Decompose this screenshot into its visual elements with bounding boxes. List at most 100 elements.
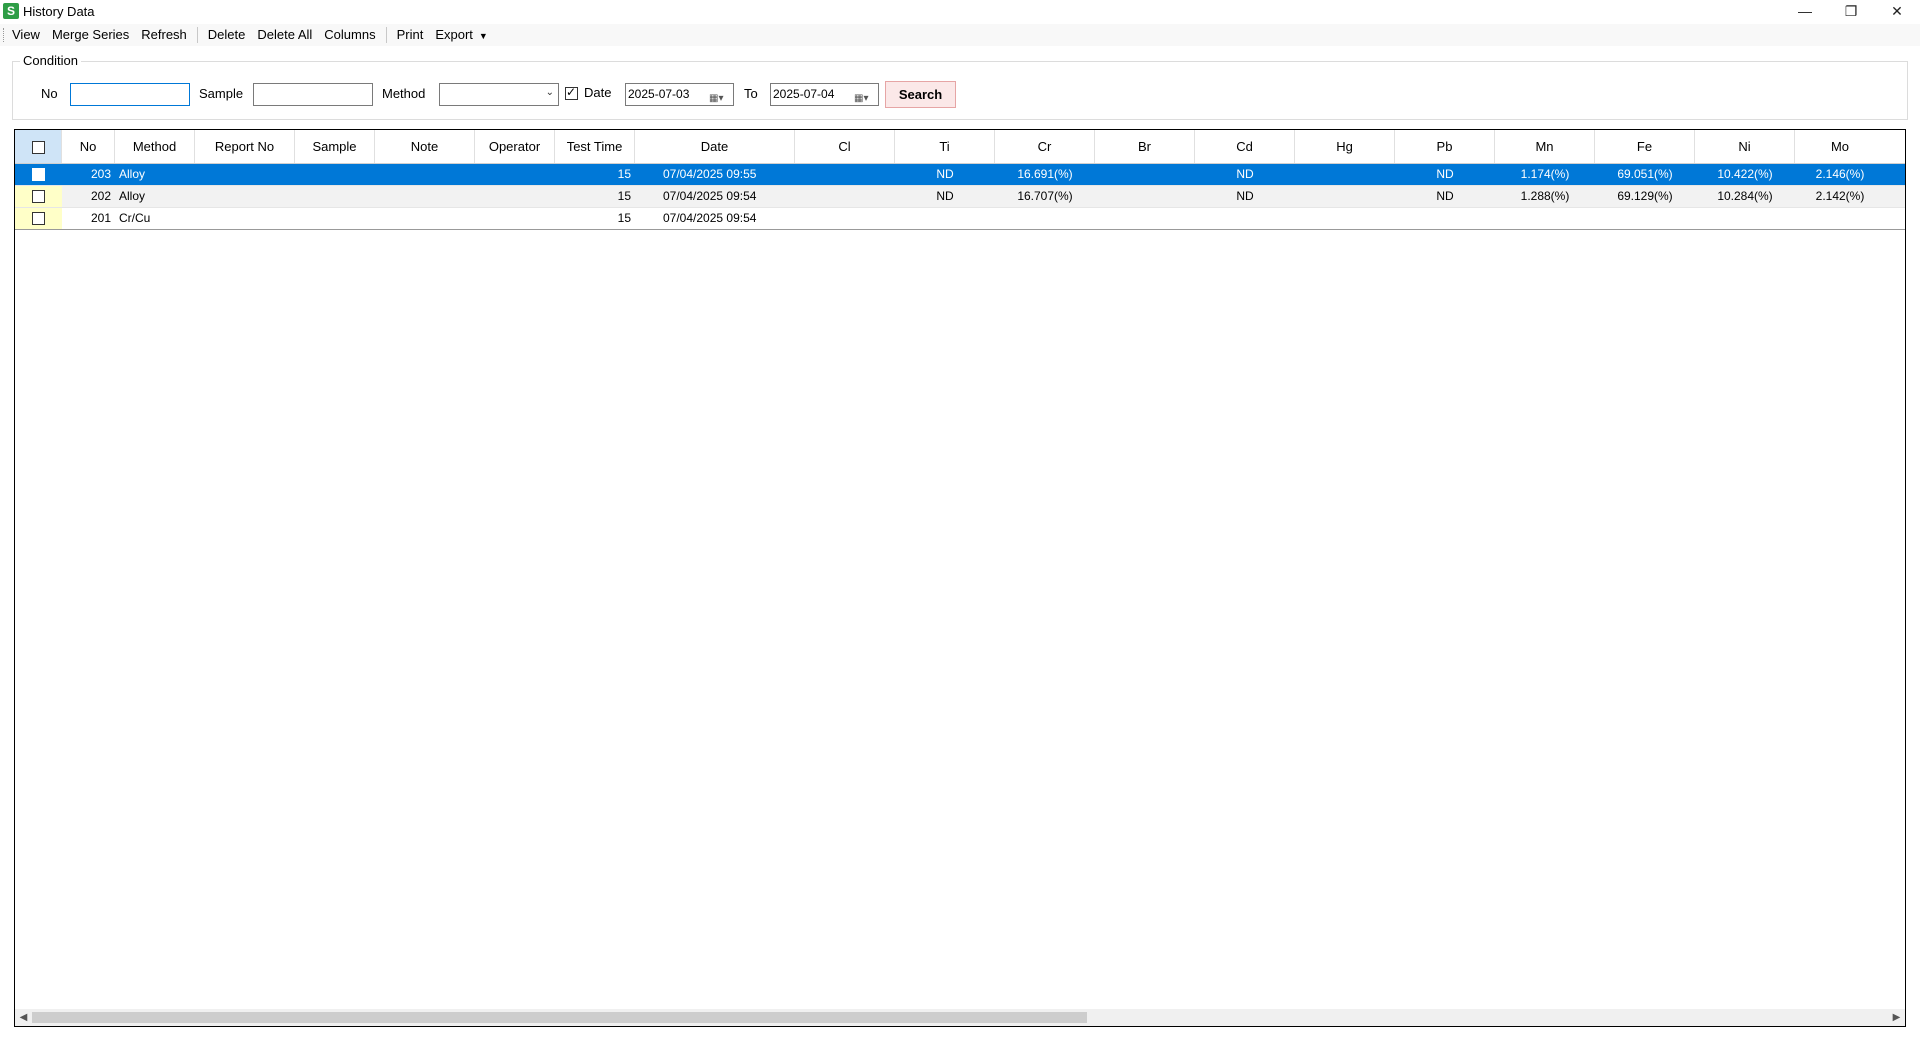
cell-hg bbox=[1295, 164, 1395, 185]
toolbar-separator bbox=[196, 27, 198, 43]
cell-pb: ND bbox=[1436, 189, 1454, 203]
cell-cr: 16.691(%) bbox=[1017, 167, 1073, 181]
column-header[interactable]: Sample bbox=[295, 130, 375, 163]
row-select-cell[interactable] bbox=[15, 164, 62, 185]
restore-icon[interactable]: ❐ bbox=[1828, 0, 1874, 22]
cell-no: 201 bbox=[90, 211, 111, 225]
cell-ti: ND bbox=[936, 167, 954, 181]
sample-input[interactable] bbox=[253, 83, 373, 106]
cell-operator bbox=[475, 208, 555, 229]
history-grid: No Method Report No Sample Note Operator… bbox=[14, 129, 1906, 1027]
column-header[interactable]: Mo bbox=[1795, 130, 1885, 163]
column-header[interactable]: Ni bbox=[1695, 130, 1795, 163]
date-checkbox[interactable] bbox=[565, 85, 578, 100]
cell-note bbox=[375, 186, 475, 207]
column-header[interactable]: Cr bbox=[995, 130, 1095, 163]
date-label: Date bbox=[584, 85, 612, 100]
cell-mn bbox=[1495, 208, 1595, 229]
calendar-icon[interactable]: ▦▾ bbox=[854, 88, 874, 104]
cell-br bbox=[1095, 208, 1195, 229]
cell-sample bbox=[295, 186, 375, 207]
cell-cl bbox=[795, 208, 895, 229]
column-header[interactable]: No bbox=[62, 130, 115, 163]
cell-date: 07/04/2025 09:54 bbox=[663, 211, 757, 225]
scrollbar-thumb[interactable] bbox=[32, 1012, 1087, 1023]
column-header[interactable]: Date bbox=[635, 130, 795, 163]
column-header[interactable]: Cl bbox=[795, 130, 895, 163]
cell-sample bbox=[295, 208, 375, 229]
cell-note bbox=[375, 208, 475, 229]
row-select-cell[interactable] bbox=[15, 186, 62, 207]
merge-series-button[interactable]: Merge Series bbox=[46, 24, 135, 46]
row-checkbox[interactable] bbox=[32, 190, 45, 203]
cell-mn: 1.288(%) bbox=[1520, 189, 1570, 203]
cell-br bbox=[1095, 186, 1195, 207]
cell-method: Alloy bbox=[119, 167, 146, 181]
column-header[interactable]: Pb bbox=[1395, 130, 1495, 163]
method-select[interactable]: ⌄ bbox=[439, 83, 559, 106]
cell-no: 203 bbox=[90, 167, 111, 181]
cell-fe bbox=[1595, 208, 1695, 229]
column-header[interactable]: Mn bbox=[1495, 130, 1595, 163]
row-checkbox[interactable] bbox=[32, 212, 45, 225]
cell-note bbox=[375, 164, 475, 185]
chevron-down-icon: ▼ bbox=[478, 30, 488, 41]
cell-cl bbox=[795, 186, 895, 207]
app-logo-icon: S bbox=[3, 3, 19, 19]
cell-no: 202 bbox=[90, 189, 111, 203]
date-from-picker[interactable]: 2025-07-03 ▦▾ bbox=[625, 83, 734, 106]
cell-ni: 10.284(%) bbox=[1717, 189, 1773, 203]
cell-operator bbox=[475, 164, 555, 185]
search-button[interactable]: Search bbox=[885, 81, 956, 108]
cell-cl bbox=[795, 164, 895, 185]
column-header[interactable]: Operator bbox=[475, 130, 555, 163]
calendar-icon[interactable]: ▦▾ bbox=[709, 88, 729, 104]
column-header[interactable]: Hg bbox=[1295, 130, 1395, 163]
delete-button[interactable]: Delete bbox=[202, 24, 252, 46]
select-all-checkbox[interactable] bbox=[31, 141, 45, 155]
cell-test-time: 15 bbox=[617, 167, 631, 181]
minimize-icon[interactable]: — bbox=[1782, 0, 1828, 22]
cell-cr bbox=[995, 208, 1095, 229]
cell-sample bbox=[295, 164, 375, 185]
columns-button[interactable]: Columns bbox=[318, 24, 381, 46]
column-header[interactable]: Ti bbox=[895, 130, 995, 163]
cell-fe: 69.129(%) bbox=[1617, 189, 1673, 203]
column-header[interactable]: Br bbox=[1095, 130, 1195, 163]
view-button[interactable]: View bbox=[6, 24, 46, 46]
export-dropdown[interactable]: Export ▼ bbox=[429, 24, 494, 47]
column-header[interactable]: Fe bbox=[1595, 130, 1695, 163]
close-icon[interactable]: ✕ bbox=[1874, 0, 1920, 22]
scroll-right-icon[interactable]: ▶ bbox=[1888, 1009, 1905, 1026]
chevron-down-icon: ⌄ bbox=[545, 87, 554, 98]
date-to-picker[interactable]: 2025-07-04 ▦▾ bbox=[770, 83, 879, 106]
column-header[interactable]: Report No bbox=[195, 130, 295, 163]
toolbar: View Merge Series Refresh Delete Delete … bbox=[0, 24, 1920, 46]
cell-operator bbox=[475, 186, 555, 207]
column-header[interactable]: Method bbox=[115, 130, 195, 163]
column-header[interactable]: Cd bbox=[1195, 130, 1295, 163]
cell-ti: ND bbox=[936, 189, 954, 203]
column-header[interactable]: Note bbox=[375, 130, 475, 163]
table-row[interactable]: 201 Cr/Cu 15 07/04/2025 09:54 bbox=[15, 208, 1905, 230]
column-header[interactable]: Test Time bbox=[555, 130, 635, 163]
cell-date: 07/04/2025 09:54 bbox=[663, 189, 757, 203]
horizontal-scrollbar[interactable]: ◀ ▶ bbox=[15, 1009, 1905, 1026]
row-checkbox[interactable] bbox=[32, 168, 45, 181]
method-label: Method bbox=[382, 86, 426, 101]
date-to-value: 2025-07-04 bbox=[773, 87, 835, 101]
refresh-button[interactable]: Refresh bbox=[135, 24, 193, 46]
no-input[interactable] bbox=[70, 83, 190, 106]
cell-date: 07/04/2025 09:55 bbox=[663, 167, 757, 181]
table-row[interactable]: 203 Alloy 15 07/04/2025 09:55 ND 16.691(… bbox=[15, 164, 1905, 186]
select-all-cell[interactable] bbox=[15, 130, 62, 163]
delete-all-button[interactable]: Delete All bbox=[251, 24, 318, 46]
print-button[interactable]: Print bbox=[391, 24, 430, 46]
scroll-left-icon[interactable]: ◀ bbox=[15, 1009, 32, 1026]
row-select-cell[interactable] bbox=[15, 208, 62, 229]
cell-pb bbox=[1395, 208, 1495, 229]
cell-hg bbox=[1295, 208, 1395, 229]
table-row[interactable]: 202 Alloy 15 07/04/2025 09:54 ND 16.707(… bbox=[15, 186, 1905, 208]
sample-label: Sample bbox=[199, 86, 244, 101]
window-title: History Data bbox=[23, 3, 95, 19]
